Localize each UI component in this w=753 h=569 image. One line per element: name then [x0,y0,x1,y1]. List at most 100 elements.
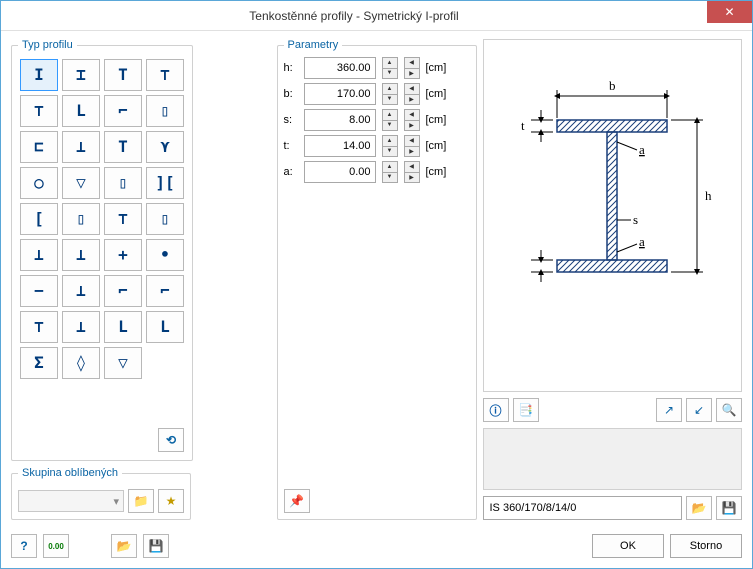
name-open-button[interactable]: 📂 [686,496,712,520]
spin-up-icon[interactable]: ▲ [383,110,397,121]
spin-right-icon[interactable]: ▶ [405,173,419,183]
param-row: b:▲▼◀▶[cm] [284,83,470,105]
profile-type-button[interactable]: ◊ [62,347,100,379]
param-spinner-leftright[interactable]: ◀▶ [404,57,420,79]
bottom-save-button[interactable]: 💾 [143,534,169,558]
spin-left-icon[interactable]: ◀ [405,110,419,121]
info-button[interactable]: ⓘ [483,398,509,422]
profile-type-button[interactable]: ⊥ [20,239,58,271]
param-spinner-updown[interactable]: ▲▼ [382,135,398,157]
spin-left-icon[interactable]: ◀ [405,84,419,95]
axis2-icon: ↙ [694,403,704,417]
param-spinner-updown[interactable]: ▲▼ [382,57,398,79]
spin-right-icon[interactable]: ▶ [405,69,419,79]
param-input[interactable] [304,83,376,105]
param-spinner-leftright[interactable]: ◀▶ [404,109,420,131]
favorites-add-button[interactable]: ★ [158,489,184,513]
spin-left-icon[interactable]: ◀ [405,162,419,173]
param-spinner-leftright[interactable]: ◀▶ [404,161,420,183]
spin-down-icon[interactable]: ▼ [383,173,397,183]
param-spinner-leftright[interactable]: ◀▶ [404,135,420,157]
profile-type-button[interactable]: ⊥ [62,239,100,271]
profile-type-button[interactable]: − [20,275,58,307]
profile-type-button[interactable]: L [62,95,100,127]
copy-button[interactable]: 📑 [513,398,539,422]
param-spinner-leftright[interactable]: ◀▶ [404,83,420,105]
profile-type-button[interactable]: Σ [20,347,58,379]
spin-down-icon[interactable]: ▼ [383,95,397,105]
profile-type-button[interactable]: ⊤ [104,203,142,235]
param-input[interactable] [304,135,376,157]
ok-button[interactable]: OK [592,534,664,558]
parameters-column: Parametry h:▲▼◀▶[cm]b:▲▼◀▶[cm]s:▲▼◀▶[cm]… [277,39,477,520]
spin-up-icon[interactable]: ▲ [383,162,397,173]
profile-type-button[interactable]: I [20,59,58,91]
param-label: t: [284,140,298,152]
spin-up-icon[interactable]: ▲ [383,84,397,95]
params-pin-button[interactable]: 📌 [284,489,310,513]
help-button[interactable]: ? [11,534,37,558]
spin-right-icon[interactable]: ▶ [405,121,419,131]
favorites-dropdown[interactable]: ▾ [18,490,124,512]
profile-type-button[interactable]: ▽ [62,167,100,199]
spin-up-icon[interactable]: ▲ [383,136,397,147]
profile-type-button[interactable]: ▯ [62,203,100,235]
param-spinner-updown[interactable]: ▲▼ [382,109,398,131]
profile-type-button[interactable]: T [104,59,142,91]
profile-type-button[interactable]: ⊤ [20,311,58,343]
dim-t-label: t [521,118,525,133]
spin-left-icon[interactable]: ◀ [405,136,419,147]
profile-type-button[interactable]: ⋎ [146,131,184,163]
reset-profile-button[interactable]: ⟲ [158,428,184,452]
profile-type-button[interactable]: ][ [146,167,184,199]
profile-type-button[interactable]: ⊥ [62,311,100,343]
profile-type-button[interactable]: ⊥ [62,275,100,307]
spin-right-icon[interactable]: ▶ [405,95,419,105]
profile-type-button[interactable]: ⊏ [20,131,58,163]
name-save-button[interactable]: 💾 [716,496,742,520]
cancel-button[interactable]: Storno [670,534,742,558]
profile-type-button[interactable]: ⊥ [62,131,100,163]
profile-type-button[interactable]: ▯ [146,95,184,127]
profile-type-button[interactable]: ⌐ [146,275,184,307]
spin-down-icon[interactable]: ▼ [383,147,397,157]
dim-b-label: b [609,78,616,93]
profile-type-button[interactable]: ⌐ [104,275,142,307]
param-row: s:▲▼◀▶[cm] [284,109,470,131]
spin-up-icon[interactable]: ▲ [383,58,397,69]
profile-type-button[interactable]: ⊤ [20,95,58,127]
param-input[interactable] [304,161,376,183]
profile-type-button[interactable]: • [146,239,184,271]
zoom-button[interactable]: 🔍 [716,398,742,422]
profile-name-input[interactable] [483,496,683,520]
profile-type-button[interactable]: ○ [20,167,58,199]
favorites-open-button[interactable]: 📁 [128,489,154,513]
param-input[interactable] [304,57,376,79]
spin-down-icon[interactable]: ▼ [383,121,397,131]
spin-left-icon[interactable]: ◀ [405,58,419,69]
axis2-button[interactable]: ↙ [686,398,712,422]
profile-type-button[interactable]: T [104,131,142,163]
close-button[interactable]: ✕ [707,1,752,23]
profile-type-button[interactable]: L [104,311,142,343]
profile-type-button[interactable]: ⌶ [62,59,100,91]
profile-type-group: Typ profilu I⌶T⊤⊤L⌐▯⊏⊥T⋎○▽▯][[▯⊤▯⊥⊥+•−⊥⌐… [11,39,193,461]
profile-type-button[interactable]: ⌐ [104,95,142,127]
param-spinner-updown[interactable]: ▲▼ [382,161,398,183]
bottom-open-button[interactable]: 📂 [111,534,137,558]
profile-type-button[interactable]: ⊤ [146,59,184,91]
tolerance-icon: 0.00 [48,542,64,551]
profile-type-button[interactable]: L [146,311,184,343]
profile-type-button[interactable]: ▯ [146,203,184,235]
spin-down-icon[interactable]: ▼ [383,69,397,79]
axis1-button[interactable]: ↗ [656,398,682,422]
profile-type-button[interactable]: ▯ [104,167,142,199]
profile-type-button[interactable]: ▽ [104,347,142,379]
tolerance-button[interactable]: 0.00 [43,534,69,558]
profile-type-button[interactable]: + [104,239,142,271]
spin-right-icon[interactable]: ▶ [405,147,419,157]
parameters-body: h:▲▼◀▶[cm]b:▲▼◀▶[cm]s:▲▼◀▶[cm]t:▲▼◀▶[cm]… [284,57,470,485]
profile-type-button[interactable]: [ [20,203,58,235]
param-input[interactable] [304,109,376,131]
param-spinner-updown[interactable]: ▲▼ [382,83,398,105]
